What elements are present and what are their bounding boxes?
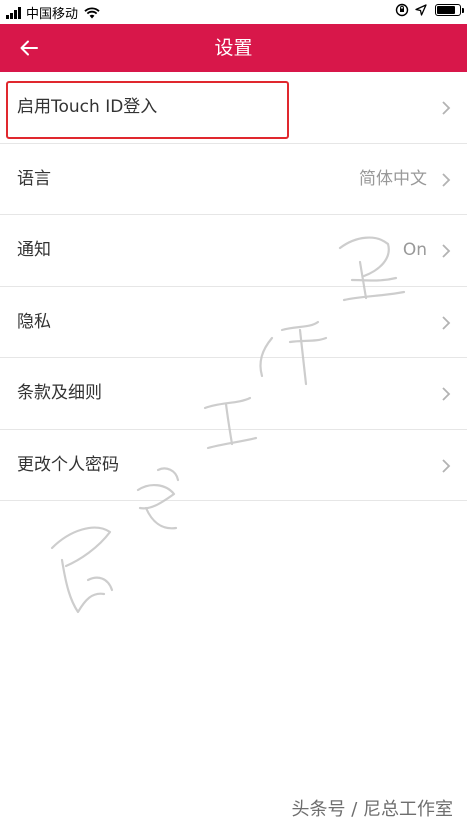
settings-row-label: 通知	[17, 240, 51, 260]
settings-row-label: 更改个人密码	[17, 454, 119, 475]
app-header: 设置	[0, 24, 467, 72]
chevron-right-icon	[442, 387, 451, 401]
page-title: 设置	[214, 37, 253, 59]
status-right	[389, 3, 464, 17]
chevron-right-icon	[442, 458, 451, 473]
orientation-lock-icon	[395, 3, 409, 17]
settings-row-value: 简体中文	[359, 168, 427, 189]
settings-row-label: 隐私	[17, 311, 51, 332]
status-bar: 中国移动	[0, 0, 467, 24]
arrow-left-icon	[20, 40, 38, 56]
settings-row-notifications[interactable]: 通知 On	[0, 215, 467, 287]
settings-row-label: 启用Touch ID登入	[17, 97, 158, 117]
settings-row-touch-id[interactable]: 启用Touch ID登入	[0, 72, 467, 144]
carrier-name: 中国移动	[26, 7, 79, 22]
chevron-right-icon	[442, 172, 451, 187]
settings-row-change-password[interactable]: 更改个人密码	[0, 430, 467, 501]
location-icon	[415, 4, 427, 16]
back-button[interactable]	[14, 34, 44, 62]
settings-row-terms[interactable]: 条款及细则	[0, 358, 467, 430]
settings-row-label: 语言	[17, 168, 51, 189]
wifi-icon	[84, 6, 100, 18]
settings-row-label: 条款及细则	[17, 383, 102, 403]
battery-icon	[435, 4, 464, 16]
settings-row-value: On	[402, 240, 427, 260]
chevron-right-icon	[442, 101, 451, 115]
settings-row-language[interactable]: 语言 简体中文	[0, 144, 467, 215]
settings-row-privacy[interactable]: 隐私	[0, 287, 467, 358]
battery-fill	[437, 6, 455, 14]
chevron-right-icon	[442, 315, 451, 330]
chevron-right-icon	[442, 244, 451, 258]
settings-list: 启用Touch ID登入 语言 简体中文 通知 On 隐私 条款及细则 更改个人…	[0, 72, 467, 501]
footer-watermark-text: 头条号 / 尼总工作室	[291, 799, 453, 820]
status-left: 中国移动	[6, 3, 100, 22]
signal-icon	[6, 6, 22, 19]
